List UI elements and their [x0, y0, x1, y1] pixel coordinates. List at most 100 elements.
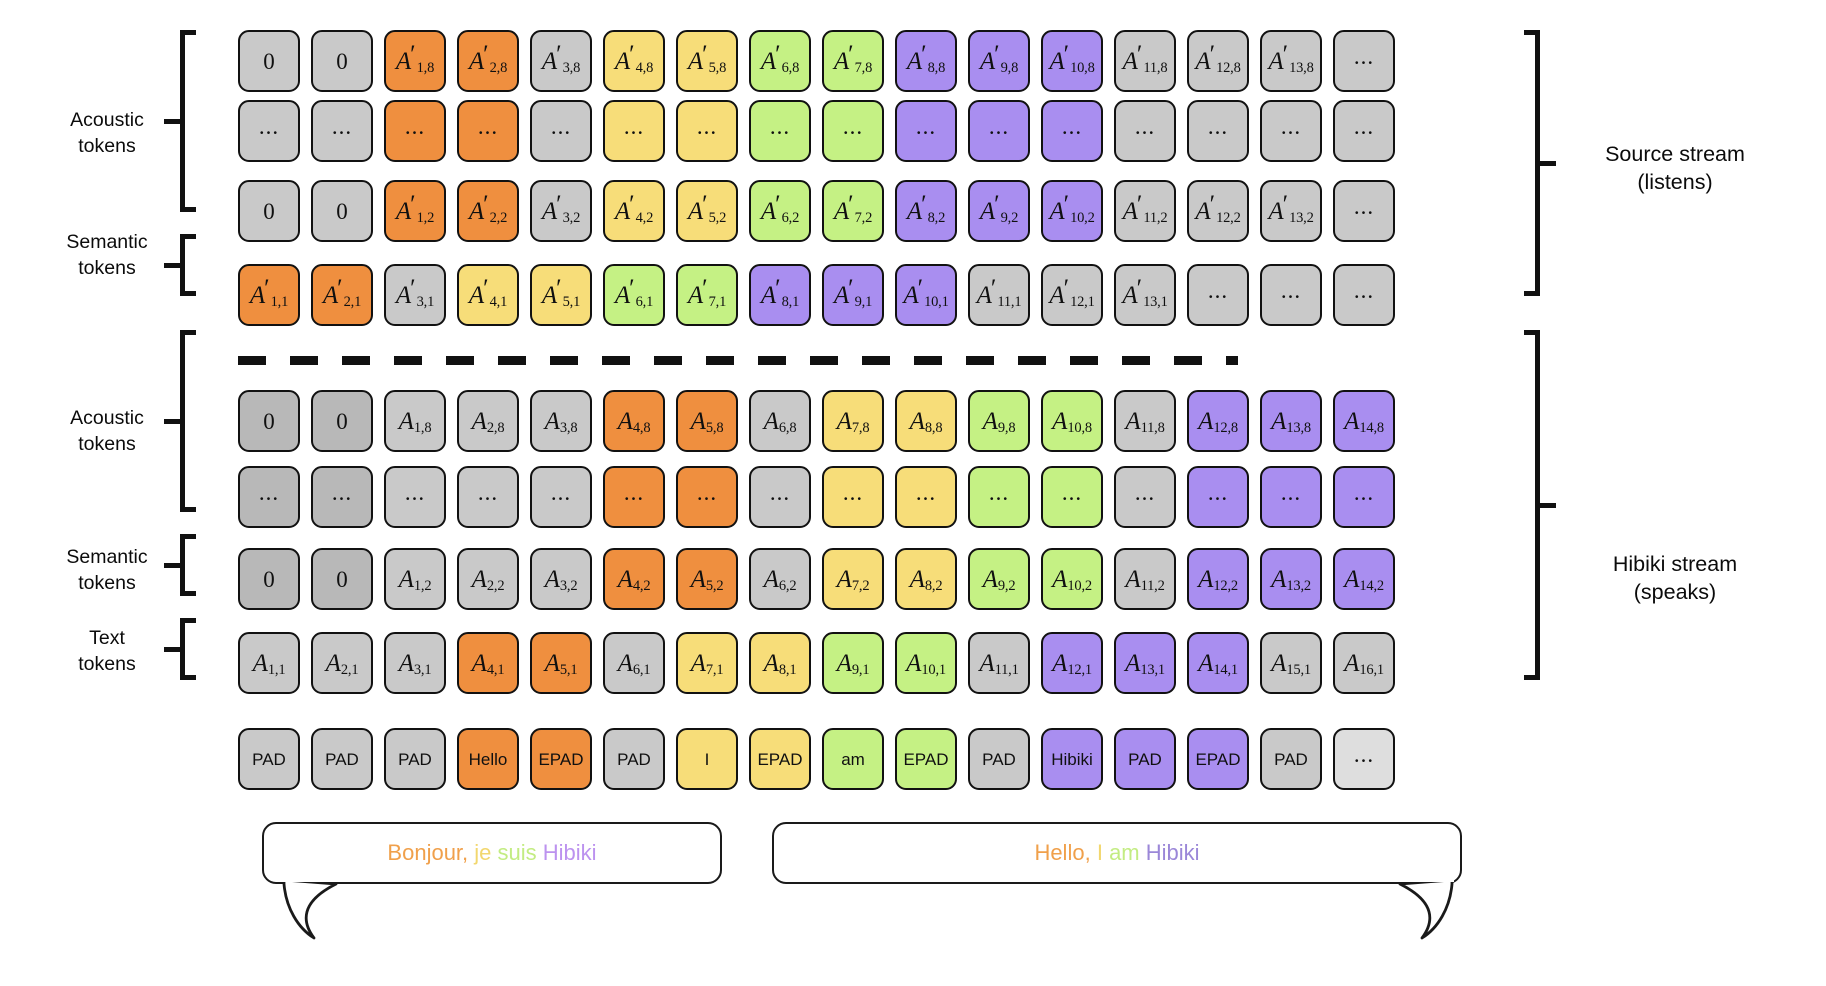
token-cell-A-14-1: A 14,1	[1187, 632, 1249, 694]
label-source-stream: Source stream (listens)	[1605, 142, 1745, 195]
token-cell-pad: PAD	[384, 728, 446, 790]
token-cell-A-11-2: A 11,2	[1114, 548, 1176, 610]
token-cell-ellipsis: ...	[895, 100, 957, 162]
token-cell-ellipsis: ...	[1114, 100, 1176, 162]
token-cell-i: I	[676, 728, 738, 790]
token-cell-Aprime-7-8: A ′ 7,8	[822, 30, 884, 92]
label-semantic-tokens-source: Semantic tokens	[66, 231, 148, 279]
token-cell-zero: 0	[238, 30, 300, 92]
token-cell-Aprime-10-8: A ′ 10,8	[1041, 30, 1103, 92]
token-cell-A-12-2: A 12,2	[1187, 548, 1249, 610]
token-cell-Aprime-1-1: A ′ 1,1	[238, 264, 300, 326]
hibiki-acoustic-row-2: 0 0 A 1,2 A 2,2 A 3,2 A 4,2 A 5,2 A 6,2 A 7,2 A 8,2 A 9,2 A 1…	[238, 548, 1395, 610]
bracket-text-hibiki	[164, 618, 202, 680]
token-cell-Aprime-5-8: A ′ 5,8	[676, 30, 738, 92]
token-cell-Aprime-7-1: A ′ 7,1	[676, 264, 738, 326]
token-cell-ellipsis: ...	[1333, 728, 1395, 790]
token-cell-Aprime-2-8: A ′ 2,8	[457, 30, 519, 92]
token-cell-Aprime-2-1: A ′ 2,1	[311, 264, 373, 326]
token-cell-ellipsis: ...	[822, 100, 884, 162]
token-cell-Aprime-10-1: A ′ 10,1	[895, 264, 957, 326]
token-cell-Aprime-3-2: A ′ 3,2	[530, 180, 592, 242]
token-cell-A-1-1: A 1,1	[238, 632, 300, 694]
token-cell-Aprime-10-2: A ′ 10,2	[1041, 180, 1103, 242]
token-cell-epad: EPAD	[1187, 728, 1249, 790]
token-cell-pad: PAD	[1260, 728, 1322, 790]
token-cell-A-16-1: A 16,1	[1333, 632, 1395, 694]
token-cell-A-2-1: A 2,1	[311, 632, 373, 694]
token-cell-A-3-2: A 3,2	[530, 548, 592, 610]
token-cell-A-9-2: A 9,2	[968, 548, 1030, 610]
token-cell-Aprime-9-1: A ′ 9,1	[822, 264, 884, 326]
token-cell-A-7-2: A 7,2	[822, 548, 884, 610]
token-cell-A-11-8: A 11,8	[1114, 390, 1176, 452]
bracket-acoustic-hibiki	[164, 330, 202, 512]
token-cell-pad: PAD	[311, 728, 373, 790]
token-cell-A-13-1: A 13,1	[1114, 632, 1176, 694]
token-cell-A-8-2: A 8,2	[895, 548, 957, 610]
token-cell-A-12-8: A 12,8	[1187, 390, 1249, 452]
token-cell-pad: PAD	[238, 728, 300, 790]
token-cell-A-6-2: A 6,2	[749, 548, 811, 610]
source-acoustic-row-2: 0 0 A ′ 1,2 A ′ 2,2 A ′ 3,2 A ′ 4,2 A ′ 5,2 A ′ 6,2 A ′ 7,2 A ′ 8…	[238, 180, 1395, 242]
token-cell-ellipsis: ...	[676, 100, 738, 162]
token-cell-Aprime-13-1: A ′ 13,1	[1114, 264, 1176, 326]
label-semantic-tokens-hibiki: Semantic tokens	[66, 546, 148, 594]
token-cell-am: am	[822, 728, 884, 790]
hibiki-speech-bubble: Hello, I am Hibiki	[772, 822, 1462, 940]
token-cell-zero: 0	[311, 390, 373, 452]
token-cell-ellipsis: ...	[968, 466, 1030, 528]
token-cell-A-8-8: A 8,8	[895, 390, 957, 452]
token-cell-hello: Hello	[457, 728, 519, 790]
token-cell-A-1-8: A 1,8	[384, 390, 446, 452]
token-cell-A-3-8: A 3,8	[530, 390, 592, 452]
token-cell-ellipsis: ...	[1260, 100, 1322, 162]
token-cell-A-13-8: A 13,8	[1260, 390, 1322, 452]
token-cell-pad: PAD	[603, 728, 665, 790]
stream-separator	[238, 356, 1238, 365]
token-cell-ellipsis: ...	[1333, 180, 1395, 242]
token-cell-A-9-1: A 9,1	[822, 632, 884, 694]
token-cell-zero: 0	[311, 548, 373, 610]
token-cell-ellipsis: ...	[676, 466, 738, 528]
token-cell-ellipsis: ...	[749, 466, 811, 528]
token-cell-ellipsis: ...	[749, 100, 811, 162]
token-cell-Aprime-9-2: A ′ 9,2	[968, 180, 1030, 242]
token-cell-A-6-8: A 6,8	[749, 390, 811, 452]
hibiki-acoustic-row-1: ........................................…	[238, 466, 1395, 528]
token-cell-A-11-1: A 11,1	[968, 632, 1030, 694]
token-cell-Aprime-4-8: A ′ 4,8	[603, 30, 665, 92]
token-cell-epad: EPAD	[749, 728, 811, 790]
token-cell-ellipsis: ...	[311, 466, 373, 528]
token-cell-Aprime-12-1: A ′ 12,1	[1041, 264, 1103, 326]
token-cell-Aprime-4-1: A ′ 4,1	[457, 264, 519, 326]
token-cell-ellipsis: ...	[603, 100, 665, 162]
token-cell-Aprime-8-8: A ′ 8,8	[895, 30, 957, 92]
label-hibiki-stream: Hibiki stream (speaks)	[1612, 552, 1738, 605]
token-cell-pad: PAD	[1114, 728, 1176, 790]
token-cell-A-15-1: A 15,1	[1260, 632, 1322, 694]
token-cell-Aprime-6-8: A ′ 6,8	[749, 30, 811, 92]
token-cell-ellipsis: ...	[1260, 466, 1322, 528]
token-cell-ellipsis: ...	[384, 100, 446, 162]
token-cell-A-7-1: A 7,1	[676, 632, 738, 694]
token-cell-A-5-8: A 5,8	[676, 390, 738, 452]
token-cell-A-7-8: A 7,8	[822, 390, 884, 452]
bracket-source-stream	[1518, 30, 1556, 296]
token-cell-zero: 0	[311, 30, 373, 92]
token-cell-ellipsis: ...	[384, 466, 446, 528]
token-cell-Aprime-7-2: A ′ 7,2	[822, 180, 884, 242]
hibiki-acoustic-row-0: 0 0 A 1,8 A 2,8 A 3,8 A 4,8 A 5,8 A 6,8 A 7,8 A 8,8 A 9,8 A 1…	[238, 390, 1395, 452]
token-cell-ellipsis: ...	[1187, 264, 1249, 326]
hibiki-semantic-row-0: A 1,1 A 2,1 A 3,1 A 4,1 A 5,1 A 6,1 A 7,1 A 8,1 A 9,1 A 10,…	[238, 632, 1395, 694]
label-acoustic-tokens-hibiki: Acoustic tokens	[70, 407, 144, 455]
token-cell-Aprime-8-1: A ′ 8,1	[749, 264, 811, 326]
token-cell-ellipsis: ...	[1187, 100, 1249, 162]
token-cell-Aprime-11-2: A ′ 11,2	[1114, 180, 1176, 242]
token-cell-A-3-1: A 3,1	[384, 632, 446, 694]
token-cell-ellipsis: ...	[968, 100, 1030, 162]
token-cell-Aprime-1-8: A ′ 1,8	[384, 30, 446, 92]
token-cell-A-8-1: A 8,1	[749, 632, 811, 694]
token-cell-A-1-2: A 1,2	[384, 548, 446, 610]
bracket-semantic-hibiki	[164, 534, 202, 596]
